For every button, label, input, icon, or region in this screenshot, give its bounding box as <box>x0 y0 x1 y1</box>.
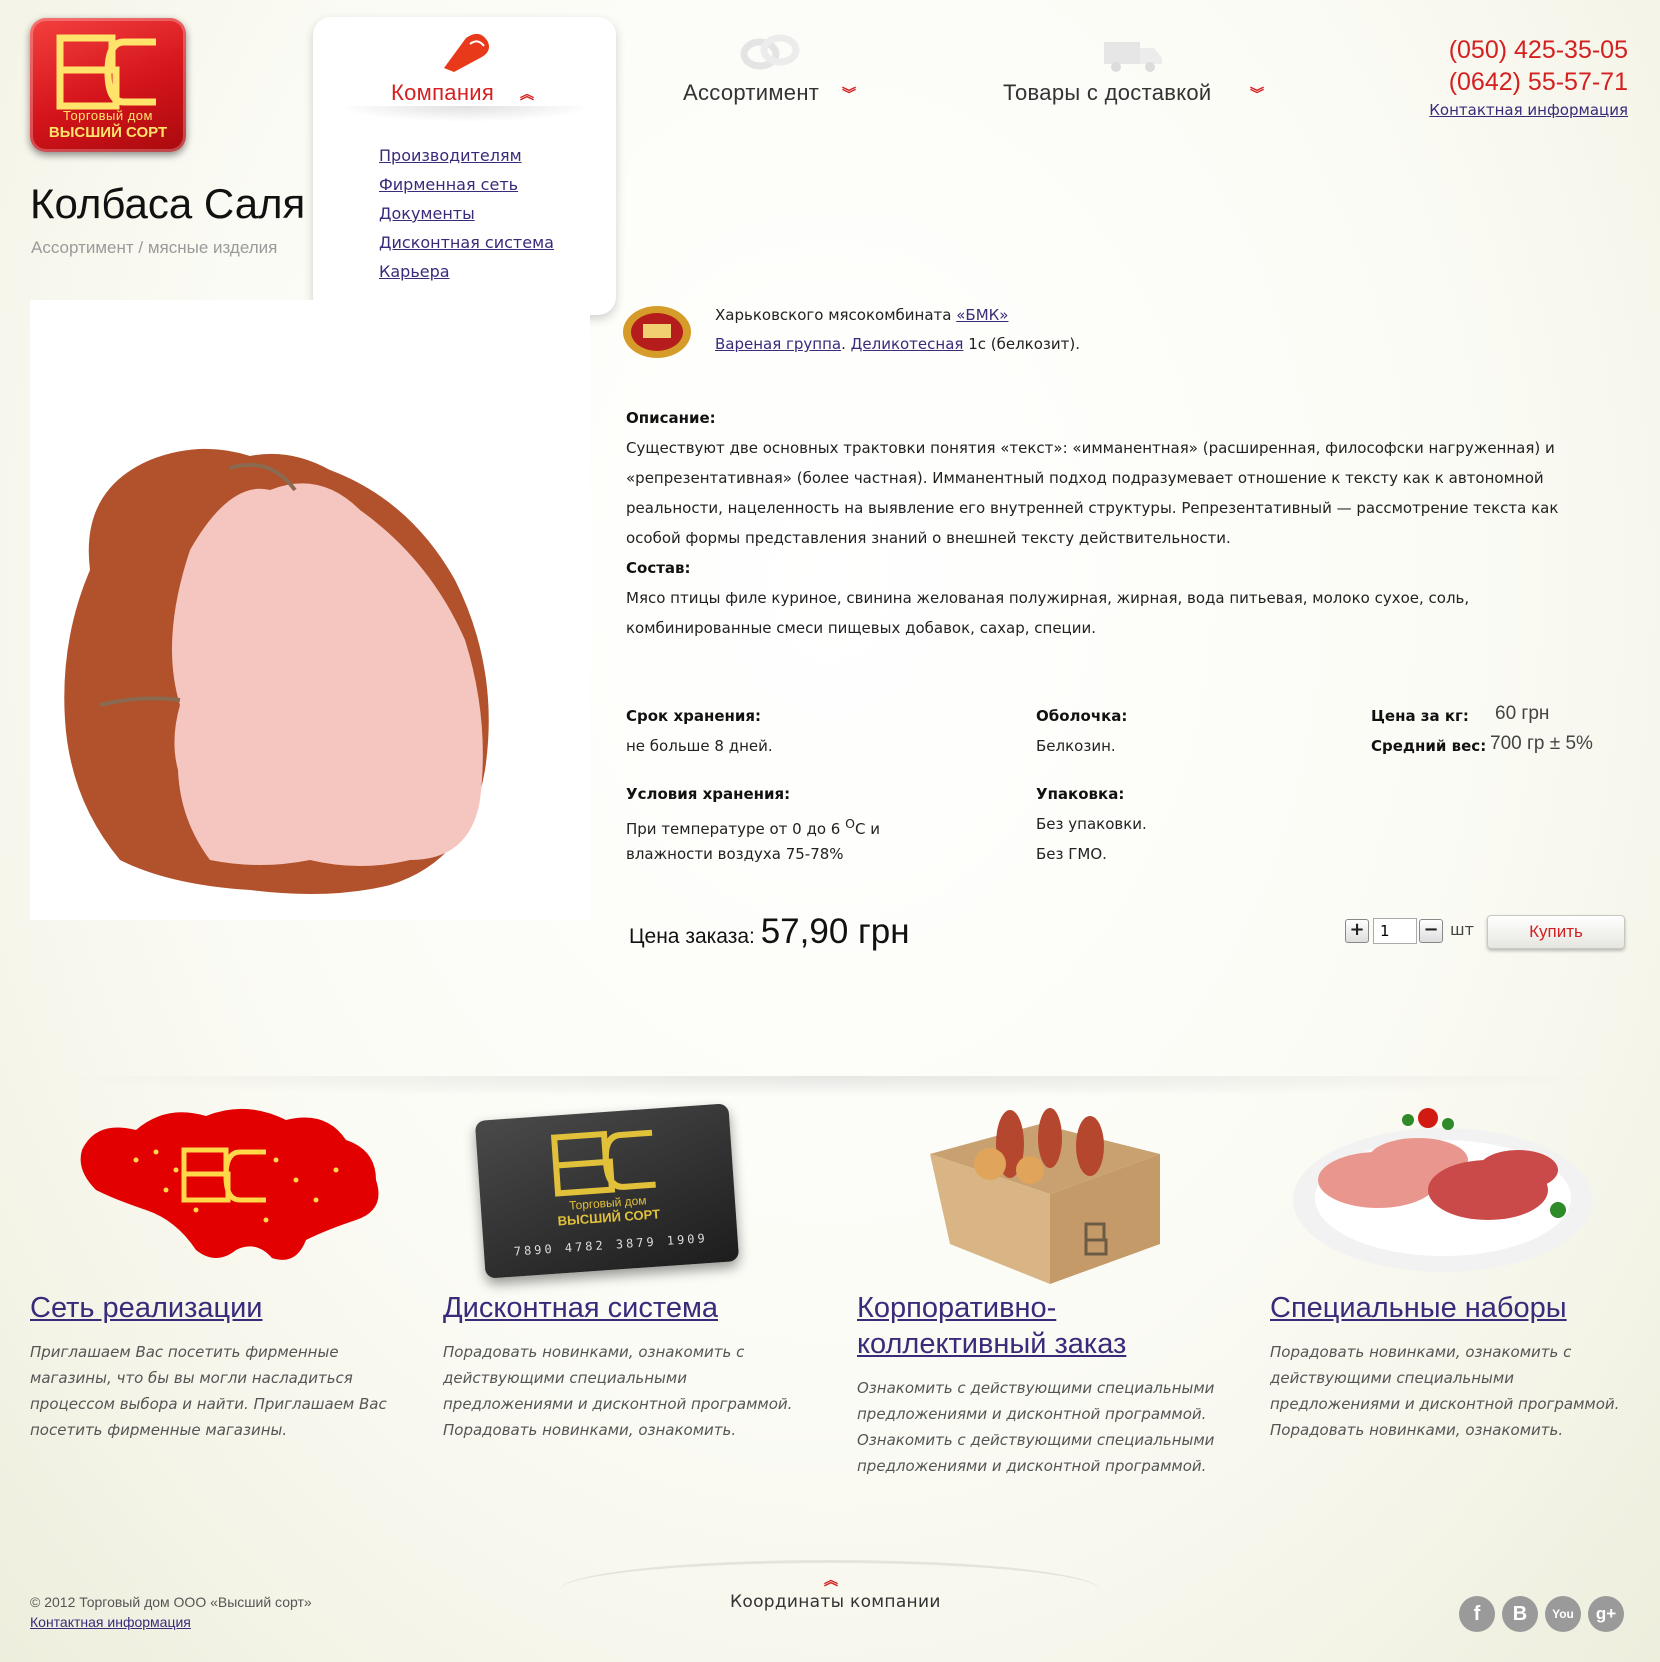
chevron-down-icon[interactable]: ︾ <box>1250 88 1264 102</box>
gmo-value: Без ГМО. <box>1036 845 1107 863</box>
order-price: Цена заказа: 57,90 грн <box>629 912 910 952</box>
order-price-label: Цена заказа: <box>629 925 761 948</box>
facebook-icon[interactable]: f <box>1459 1596 1495 1632</box>
description-label: Описание: <box>626 409 716 427</box>
group-link[interactable]: Вареная группа <box>715 335 841 353</box>
logo-line-1: Торговый дом <box>63 108 153 123</box>
breadcrumb[interactable]: Ассортимент / мясные изделия <box>31 238 277 258</box>
nav-assortment[interactable]: Ассортимент <box>683 80 819 106</box>
avg-weight-label: Средний вес: <box>1371 737 1487 755</box>
feature-text-discount: Порадовать новинками, ознакомить с дейст… <box>443 1343 793 1439</box>
submenu-documents[interactable]: Документы <box>379 204 475 223</box>
phone-1[interactable]: (050) 425-35-05 <box>1449 36 1628 65</box>
feature-title-sets[interactable]: Специальные наборы <box>1270 1290 1630 1326</box>
brand-logo[interactable]: Торговый дом ВЫСШИЙ СОРТ <box>30 18 186 152</box>
storage-label: Условия хранения: <box>626 785 791 803</box>
delivery-truck-icon <box>1104 42 1162 72</box>
chevron-down-icon[interactable]: ︾ <box>842 88 856 102</box>
footer-contact-link[interactable]: Контактная информация <box>30 1614 191 1630</box>
header-contact-link[interactable]: Контактная информация <box>1429 101 1628 119</box>
manufacturer-link[interactable]: «БМК» <box>956 306 1008 324</box>
feature-text-corporate: Ознакомить с действующими специальными п… <box>857 1379 1215 1475</box>
sausage-rings-icon <box>740 34 800 70</box>
feature-text-sets: Порадовать новинками, ознакомить с дейст… <box>1270 1343 1620 1439</box>
price-kg-value: 60 грн <box>1495 703 1550 724</box>
order-price-value: 57,90 грн <box>760 912 910 951</box>
qty-minus-button[interactable]: − <box>1419 919 1443 943</box>
storage-unit: С и <box>854 820 880 838</box>
feature-text-network: Приглашаем Вас посетить фирменные магази… <box>30 1343 387 1439</box>
manufacturer-prefix: Харьковского мясокомбината <box>715 306 957 324</box>
group-separator: . <box>841 335 851 353</box>
group-line: Вареная группа. Деликотесная 1с (белкози… <box>715 335 1080 353</box>
qty-input[interactable] <box>1373 918 1417 944</box>
sausage-image <box>64 448 489 894</box>
description-text: Существуют две основных трактовки поняти… <box>626 439 1559 547</box>
composition-label: Состав: <box>626 559 691 577</box>
submenu-discount-system[interactable]: Дисконтная система <box>379 233 554 252</box>
casing-value: Белкозин. <box>1036 737 1116 755</box>
qty-plus-button[interactable]: + <box>1345 919 1369 943</box>
nav-shadow <box>335 106 595 122</box>
submenu-producers[interactable]: Производителям <box>379 146 522 165</box>
copyright: © 2012 Торговый дом ООО «Высший сорт» <box>30 1594 312 1610</box>
chevron-up-icon[interactable]: ︽ <box>520 88 534 102</box>
package-label: Упаковка: <box>1036 785 1125 803</box>
gift-box-image <box>930 1108 1160 1284</box>
shelf-life-value: не больше 8 дней. <box>626 737 773 755</box>
page-title: Колбаса Саля <box>30 180 306 227</box>
youtube-icon[interactable]: You <box>1545 1596 1581 1632</box>
meat-plate-image <box>1293 1108 1593 1272</box>
manufacturer-logo-icon[interactable] <box>621 302 693 362</box>
storage-value-2: влажности воздуха 75-78% <box>626 845 844 863</box>
buy-button[interactable]: Купить <box>1487 915 1625 949</box>
google-plus-icon[interactable]: g+ <box>1588 1596 1624 1632</box>
subgroup-link[interactable]: Деликотесная <box>851 335 964 353</box>
submenu-branded-network[interactable]: Фирменная сеть <box>379 175 518 194</box>
product-image <box>30 300 590 920</box>
submenu-career[interactable]: Карьера <box>379 262 450 281</box>
vkontakte-icon[interactable]: B <box>1502 1596 1538 1632</box>
composition-text: Мясо птицы филе куриное, свинина желован… <box>626 589 1470 637</box>
logo-monogram-icon <box>56 34 156 110</box>
phone-2[interactable]: (0642) 55-57-71 <box>1449 68 1628 97</box>
nav-company[interactable]: Компания <box>391 80 494 106</box>
discount-card-image: Торговый дом ВЫСШИЙ СОРТ 7890 4782 3879 … <box>474 1103 740 1279</box>
storage-text: При температуре от 0 до 6 <box>626 820 846 838</box>
qty-unit: шт <box>1450 920 1474 939</box>
avg-weight-value: 700 гр ± 5% <box>1490 733 1593 754</box>
company-coordinates-link[interactable]: Координаты компании <box>730 1592 941 1612</box>
logo-line-2: ВЫСШИЙ СОРТ <box>48 124 168 141</box>
feature-title-network[interactable]: Сеть реализации <box>30 1290 390 1326</box>
package-value: Без упаковки. <box>1036 815 1147 833</box>
sausage-slice-icon <box>444 33 489 72</box>
manufacturer-line: Харьковского мясокомбината «БМК» <box>715 306 1008 324</box>
grade-text: 1с (белкозит). <box>963 335 1080 353</box>
feature-title-discount[interactable]: Дисконтная система <box>443 1290 803 1326</box>
nav-delivery[interactable]: Товары с доставкой <box>1003 80 1212 106</box>
card-logo-icon <box>550 1129 656 1197</box>
price-kg-label: Цена за кг: <box>1371 707 1469 725</box>
chevron-up-icon[interactable]: ︽ <box>824 1570 838 1590</box>
ukraine-map-image <box>80 1108 379 1260</box>
casing-label: Оболочка: <box>1036 707 1128 725</box>
shelf-life-label: Срок хранения: <box>626 707 762 725</box>
card-number: 7890 4782 3879 1909 <box>513 1231 709 1259</box>
feature-title-corporate[interactable]: Корпоративно-коллективный заказ <box>857 1290 1187 1362</box>
degree-sup: О <box>845 816 855 831</box>
